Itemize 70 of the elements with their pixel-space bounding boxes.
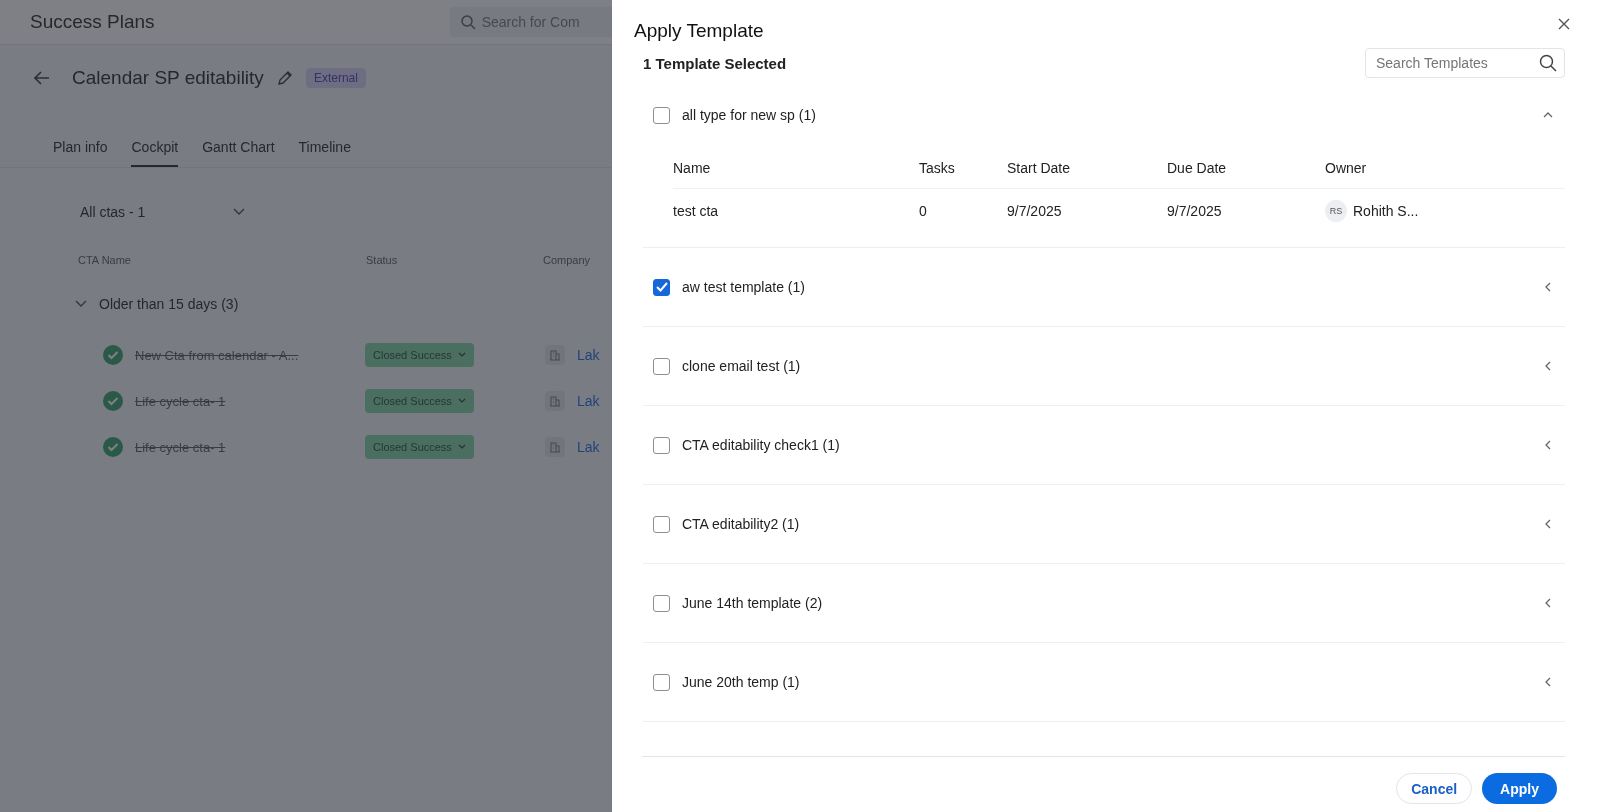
- template-name[interactable]: CTA editability check1 (1): [682, 437, 1531, 453]
- avatar-initials: RS: [1325, 200, 1347, 222]
- cta-name[interactable]: Life cycle cta- 1: [135, 439, 226, 455]
- drawer-title: Apply Template: [634, 20, 765, 42]
- cta-name[interactable]: Life cycle cta- 1: [135, 393, 226, 409]
- chevron-down-icon: [457, 352, 466, 358]
- check-circle-icon[interactable]: [103, 437, 123, 457]
- template-name[interactable]: all type for new sp (1): [682, 107, 1531, 123]
- template-name[interactable]: June 20th temp (1): [682, 674, 1531, 690]
- checkbox[interactable]: [653, 106, 670, 124]
- cta-name[interactable]: New Cta from calendar - A...: [135, 347, 299, 363]
- chevron-left-icon[interactable]: [1543, 440, 1553, 450]
- building-icon: [544, 345, 565, 365]
- checkbox[interactable]: [653, 673, 670, 691]
- chevron-left-icon[interactable]: [1543, 361, 1553, 371]
- table-cell-text: 9/7/2025: [1167, 203, 1223, 219]
- column-header: Due Date: [1167, 160, 1228, 176]
- tab[interactable]: Cockpit: [131, 135, 179, 167]
- chevron-down-icon: [233, 208, 246, 216]
- chevron-left-icon[interactable]: [1543, 598, 1553, 608]
- chevron-down-icon[interactable]: [75, 300, 87, 308]
- chevron-left-icon[interactable]: [1543, 282, 1553, 292]
- table-cell-text: 0: [919, 203, 928, 219]
- checkbox[interactable]: [653, 515, 670, 533]
- selected-count: 1 Template Selected: [643, 54, 787, 72]
- company-link[interactable]: Lak: [576, 347, 600, 363]
- column-header: Owner: [1325, 160, 1368, 176]
- column-header: Name: [673, 160, 712, 176]
- checkbox[interactable]: [653, 278, 670, 296]
- chevron-up-icon[interactable]: [1543, 110, 1553, 120]
- cancel-button[interactable]: Cancel: [1396, 773, 1473, 804]
- tab[interactable]: Plan info: [53, 135, 108, 167]
- checkbox[interactable]: [653, 357, 670, 375]
- table-cell-text: test cta: [673, 203, 720, 219]
- template-name[interactable]: June 14th template (2): [682, 595, 1531, 611]
- tab[interactable]: Timeline: [298, 135, 351, 167]
- owner-name: Rohith S...: [1353, 203, 1419, 219]
- company-link[interactable]: Lak: [576, 439, 600, 455]
- column-header: Company: [543, 254, 591, 266]
- search-icon: [1539, 54, 1557, 72]
- template-name[interactable]: CTA editability2 (1): [682, 516, 1531, 532]
- chevron-down-icon: [457, 444, 466, 450]
- company-link[interactable]: Lak: [576, 393, 600, 409]
- template-name[interactable]: clone email test (1): [682, 358, 1531, 374]
- table-cell-text: 9/7/2025: [1007, 203, 1063, 219]
- app-title: Success Plans: [30, 11, 155, 33]
- pencil-icon[interactable]: [275, 69, 294, 87]
- apply-button[interactable]: Apply: [1482, 773, 1557, 804]
- checkbox[interactable]: [653, 436, 670, 454]
- search-templates-field[interactable]: Search Templates: [1365, 48, 1565, 78]
- chevron-down-icon: [457, 398, 466, 404]
- close-icon[interactable]: [1558, 18, 1570, 30]
- template-name[interactable]: aw test template (1): [682, 279, 1531, 295]
- check-circle-icon[interactable]: [103, 345, 123, 365]
- chevron-left-icon[interactable]: [1543, 677, 1553, 687]
- tab[interactable]: Gantt Chart: [202, 135, 275, 167]
- chevron-left-icon[interactable]: [1543, 519, 1553, 529]
- check-circle-icon[interactable]: [103, 391, 123, 411]
- column-header: CTA Name: [78, 254, 132, 266]
- column-header: Tasks: [919, 160, 956, 176]
- group-label: Older than 15 days (3): [99, 296, 239, 312]
- back-arrow-icon[interactable]: [34, 71, 50, 85]
- column-header: Status: [366, 254, 399, 266]
- checkbox[interactable]: [653, 594, 670, 612]
- plan-title: Calendar SP editability: [72, 67, 264, 89]
- column-header: Start Date: [1007, 160, 1072, 176]
- plan-type-badge: External: [305, 68, 366, 88]
- building-icon: [544, 437, 565, 457]
- building-icon: [544, 391, 565, 411]
- cta-filter-dropdown[interactable]: All ctas - 1: [80, 204, 246, 220]
